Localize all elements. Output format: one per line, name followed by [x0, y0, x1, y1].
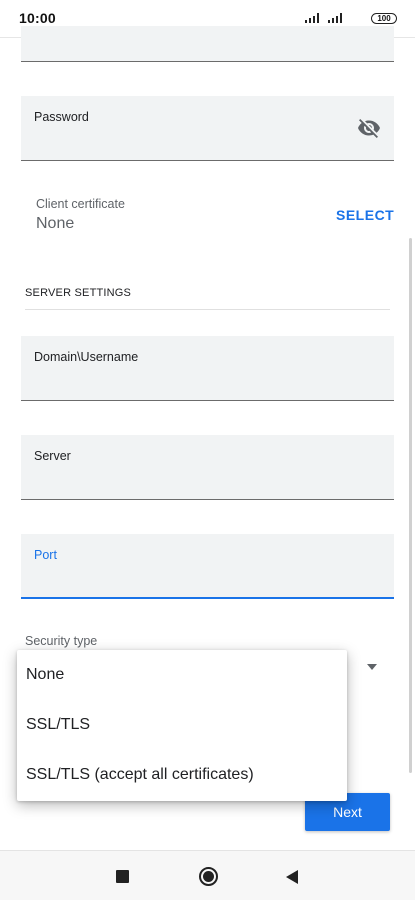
menu-item-ssl-tls-accept-all[interactable]: SSL/TLS (accept all certificates)	[17, 750, 347, 800]
password-field[interactable]: Password	[21, 96, 394, 161]
signal-icon	[305, 13, 323, 23]
signal-icon-2	[328, 13, 346, 23]
domain-username-label: Domain\Username	[34, 350, 139, 364]
status-time: 10:00	[19, 10, 56, 26]
previous-field[interactable]	[21, 26, 394, 62]
menu-item-none[interactable]: None	[17, 650, 347, 700]
home-button[interactable]	[199, 867, 218, 886]
server-label: Server	[34, 449, 71, 463]
server-settings-title: SERVER SETTINGS	[25, 287, 132, 299]
battery-icon: 100	[371, 13, 397, 24]
password-label: Password	[34, 110, 89, 124]
client-certificate-label: Client certificate	[36, 197, 125, 211]
port-field[interactable]: Port	[21, 534, 394, 599]
menu-item-ssl-tls[interactable]: SSL/TLS	[17, 700, 347, 750]
server-field[interactable]: Server	[21, 435, 394, 500]
section-divider	[25, 309, 390, 310]
navigation-bar	[0, 850, 415, 900]
client-certificate-value: None	[36, 215, 75, 232]
domain-username-field[interactable]: Domain\Username	[21, 336, 394, 401]
visibility-off-icon[interactable]	[357, 116, 381, 140]
scrollbar[interactable]	[409, 238, 412, 773]
security-type-label: Security type	[25, 634, 98, 648]
recents-button[interactable]	[116, 870, 129, 883]
dropdown-arrow-icon[interactable]	[367, 664, 377, 670]
select-certificate-button[interactable]: SELECT	[336, 207, 394, 223]
back-button[interactable]	[286, 870, 298, 884]
security-type-menu: None SSL/TLS SSL/TLS (accept all certifi…	[17, 650, 347, 801]
port-label: Port	[34, 548, 57, 562]
